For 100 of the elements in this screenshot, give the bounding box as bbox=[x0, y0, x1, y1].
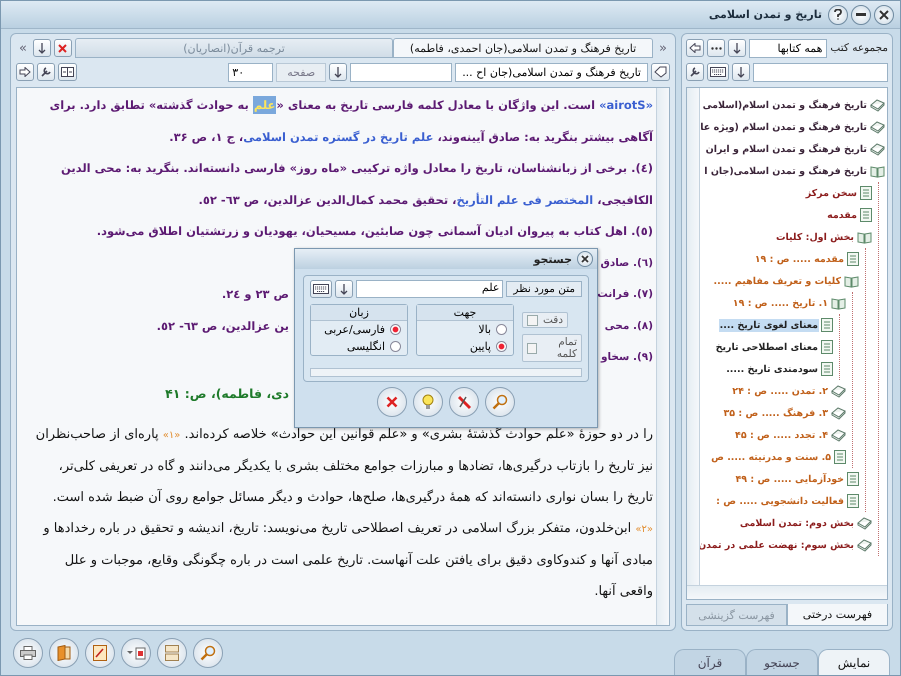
question-mark-icon bbox=[834, 9, 842, 20]
tree-item[interactable]: ۵. سنت و مدرنیته ..... ص bbox=[710, 450, 832, 464]
wrench-icon bbox=[689, 66, 701, 78]
book-button[interactable] bbox=[49, 638, 79, 668]
settings-button[interactable] bbox=[686, 63, 704, 81]
tree-item[interactable]: بخش اول: کلیات bbox=[774, 230, 855, 244]
dropdown-button[interactable] bbox=[335, 280, 353, 298]
tag-button[interactable] bbox=[651, 63, 670, 81]
tree-item[interactable]: معنای اصطلاحی تاریخ bbox=[714, 340, 819, 354]
book-icon bbox=[857, 538, 872, 552]
tree-item[interactable]: تاریخ فرهنگ و تمدن اسلام (ویژه عا bbox=[699, 120, 868, 134]
tree-item[interactable]: مقدمه ..... ص : ۱۹ bbox=[754, 252, 845, 266]
keyboard-button[interactable] bbox=[707, 63, 729, 81]
radio-button[interactable] bbox=[390, 341, 401, 352]
tree-item[interactable]: کلیات و تعریف مفاهیم ..... bbox=[712, 274, 842, 288]
open-book-icon bbox=[870, 164, 885, 178]
document-tab[interactable]: تاریخ فرهنگ و تمدن اسلامی(جان احمدی، فاطمه) bbox=[393, 38, 654, 58]
tree-item[interactable]: تاریخ فرهنگ و تمدن اسلام(اسلامی bbox=[702, 98, 868, 112]
tree-item[interactable]: سخن مرکز bbox=[804, 186, 858, 200]
close-button[interactable] bbox=[874, 4, 894, 24]
dropdown-button[interactable] bbox=[32, 39, 51, 57]
view-mode-button[interactable] bbox=[121, 638, 151, 668]
checkbox[interactable] bbox=[527, 314, 538, 326]
radio-button[interactable] bbox=[390, 324, 401, 335]
search-text-field[interactable]: علم bbox=[356, 280, 504, 298]
search-button[interactable] bbox=[193, 638, 223, 668]
scroll-tabs-left-button[interactable]: « bbox=[16, 40, 30, 56]
clear-button[interactable] bbox=[449, 387, 479, 417]
dialog-title: جستجو bbox=[534, 252, 572, 266]
tree-item[interactable]: ۳. فرهنگ ..... ص : ۳۵ bbox=[722, 406, 829, 420]
scrollbar[interactable] bbox=[656, 88, 669, 625]
checkbox[interactable] bbox=[527, 342, 537, 354]
mode-tab[interactable]: قرآن bbox=[674, 649, 746, 675]
page-label: صفحه bbox=[276, 62, 326, 82]
help-button[interactable] bbox=[828, 4, 848, 24]
cancel-button[interactable] bbox=[377, 387, 407, 417]
tree-item[interactable]: ۴. تجدد ..... ص : ۴۵ bbox=[734, 428, 829, 442]
tree-item[interactable]: تاریخ فرهنگ و تمدن اسلامی(جان ا bbox=[703, 164, 868, 178]
text-field[interactable] bbox=[350, 62, 452, 82]
book-icon bbox=[831, 428, 846, 442]
split-view-button[interactable] bbox=[58, 63, 77, 81]
dropdown-button[interactable] bbox=[732, 63, 750, 81]
book-dropdown[interactable]: تاریخ فرهنگ و تمدن اسلامی(جان اح ... bbox=[455, 62, 648, 82]
forward-button[interactable] bbox=[16, 63, 34, 81]
more-button[interactable] bbox=[707, 39, 725, 57]
close-icon bbox=[581, 255, 589, 263]
search-button[interactable] bbox=[485, 387, 515, 417]
dropdown-button[interactable] bbox=[329, 63, 348, 81]
tree-item[interactable]: خودآزمایی ..... ص : ۴۹ bbox=[734, 472, 845, 486]
book-icon bbox=[870, 120, 885, 134]
text-fragment: ین عزالدین، ص ٦٣- ٥٢. bbox=[156, 318, 289, 332]
scrollbar[interactable] bbox=[687, 88, 700, 585]
tree-item[interactable]: ۱. تاریخ ..... ص : ۱۹ bbox=[732, 296, 829, 310]
tree-item[interactable]: معنای لغوی تاریخ .... bbox=[718, 318, 819, 332]
close-tab-button[interactable] bbox=[54, 39, 72, 57]
tree-item[interactable]: ۲. تمدن ..... ص : ۲۴ bbox=[731, 384, 829, 398]
mode-tab[interactable]: نمایش bbox=[818, 649, 890, 675]
down-arrow-icon bbox=[340, 284, 348, 294]
radio-button[interactable] bbox=[496, 324, 507, 335]
tree-item[interactable]: فعالیت دانشجویی ..... ص : bbox=[715, 494, 845, 508]
tree-item[interactable]: بخش دوم: تمدن اسلامی bbox=[738, 516, 855, 530]
scrollbar[interactable] bbox=[687, 585, 887, 599]
text-fragment: ص ٢٣ و ٢٤. bbox=[222, 287, 289, 301]
footnote-paragraph: (٤). برخی از زبانشناسان، تاریخ را معادل واژه ترکیبی «ماه روز» فارسی دانسته‌اند. بنگرید به: محی الدین الکافیجی، المختصر فی علم التأریخ، تحقیق محمد کمال‌الدین عزالدین، ص ٦٣- ٥٢. bbox=[60, 160, 653, 209]
group-title: جهت bbox=[417, 305, 513, 321]
wrench-icon bbox=[40, 66, 52, 78]
group-title: زبان bbox=[311, 305, 407, 321]
collection-dropdown[interactable]: همه کتابها bbox=[749, 38, 828, 58]
notes-button[interactable] bbox=[85, 638, 115, 668]
print-button[interactable] bbox=[13, 638, 43, 668]
search-field[interactable] bbox=[753, 62, 888, 82]
tree-item[interactable]: سودمندی تاریخ ..... bbox=[725, 362, 819, 376]
document-icon bbox=[821, 340, 833, 354]
tree-item[interactable]: تاریخ فرهنگ و تمدن اسلام و ایران bbox=[704, 142, 868, 156]
index-tab[interactable]: فهرست درختی bbox=[787, 604, 888, 626]
document-icon bbox=[834, 450, 846, 464]
option-chip[interactable]: دقت bbox=[522, 312, 568, 328]
close-button[interactable] bbox=[577, 251, 593, 267]
reference-link[interactable]: المختصر فی علم التأریخ bbox=[456, 192, 594, 206]
settings-button[interactable] bbox=[37, 63, 55, 81]
page-field[interactable]: ۳۰ bbox=[228, 62, 274, 82]
book-icon bbox=[870, 142, 885, 156]
tree-item[interactable]: مقدمه bbox=[826, 208, 858, 222]
reference-link[interactable]: علم تاریخ در گستره تمدن اسلامی bbox=[243, 130, 434, 144]
cross-icon bbox=[386, 396, 398, 408]
radio-button[interactable] bbox=[496, 341, 507, 352]
reference-link[interactable]: «airotS» bbox=[599, 98, 653, 112]
option-chip[interactable]: تمام کلمه bbox=[522, 334, 582, 362]
keyboard-button[interactable] bbox=[310, 280, 332, 298]
back-button[interactable] bbox=[686, 39, 704, 57]
mode-tab[interactable]: جستجو bbox=[746, 649, 818, 675]
split-view-icon bbox=[61, 67, 74, 77]
radio-label: انگلیسی bbox=[346, 340, 385, 353]
layout-button[interactable] bbox=[157, 638, 187, 668]
minimize-icon bbox=[856, 12, 866, 16]
scroll-tabs-right-button[interactable]: » bbox=[656, 40, 670, 56]
minimize-button[interactable] bbox=[851, 4, 871, 24]
dropdown-button[interactable] bbox=[728, 39, 746, 57]
hint-button[interactable] bbox=[413, 387, 443, 417]
document-icon bbox=[860, 186, 872, 200]
